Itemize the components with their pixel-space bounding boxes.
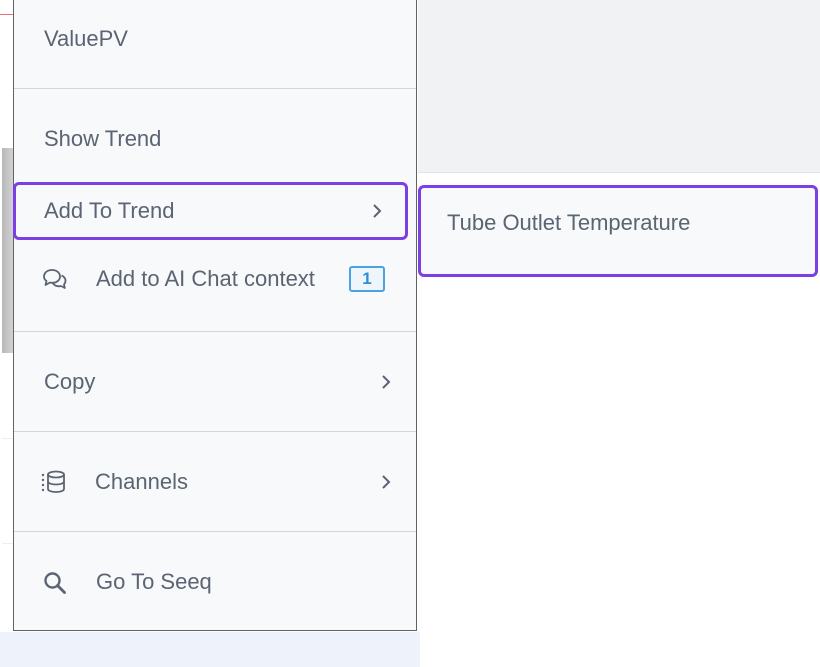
menu-item-add-to-trend[interactable]: Add To Trend: [13, 182, 408, 240]
chevron-right-icon: [382, 375, 391, 389]
background-bottom-bar: [0, 632, 420, 667]
menu-divider: [14, 531, 416, 532]
menu-item-copy[interactable]: Copy: [14, 360, 416, 404]
menu-item-go-to-seeq[interactable]: Go To Seeq: [14, 560, 416, 604]
menu-divider: [14, 431, 416, 432]
menu-header: ValuePV: [14, 17, 416, 61]
menu-item-show-trend[interactable]: Show Trend: [14, 117, 416, 161]
chevron-right-icon: [382, 475, 391, 489]
menu-divider: [14, 331, 416, 332]
menu-divider: [14, 88, 416, 89]
database-list-icon: [40, 469, 68, 495]
menu-item-label: Add to AI Chat context: [96, 266, 315, 291]
menu-item-label: Go To Seeq: [96, 569, 212, 594]
menu-item-label: Add To Trend: [44, 198, 175, 223]
chat-bubbles-icon: [42, 267, 68, 291]
menu-item-label: Copy: [44, 369, 96, 394]
background-red-line: [0, 14, 14, 15]
menu-item-channels[interactable]: Channels: [14, 460, 416, 504]
count-badge: 1: [349, 266, 385, 292]
add-to-trend-submenu: Tube Outlet Temperature: [418, 185, 818, 277]
context-menu: ValuePV Show Trend Add To Trend Add to A…: [13, 0, 417, 631]
menu-item-label: Channels: [95, 469, 188, 494]
search-icon: [42, 570, 68, 596]
menu-header-label: ValuePV: [44, 26, 128, 51]
menu-item-add-ai-chat[interactable]: Add to AI Chat context 1: [14, 257, 416, 301]
submenu-item-tube-outlet-temperature[interactable]: Tube Outlet Temperature: [447, 210, 690, 236]
menu-item-label: Show Trend: [44, 126, 162, 151]
background-chart-border: [418, 172, 820, 173]
chevron-right-icon: [373, 204, 382, 218]
